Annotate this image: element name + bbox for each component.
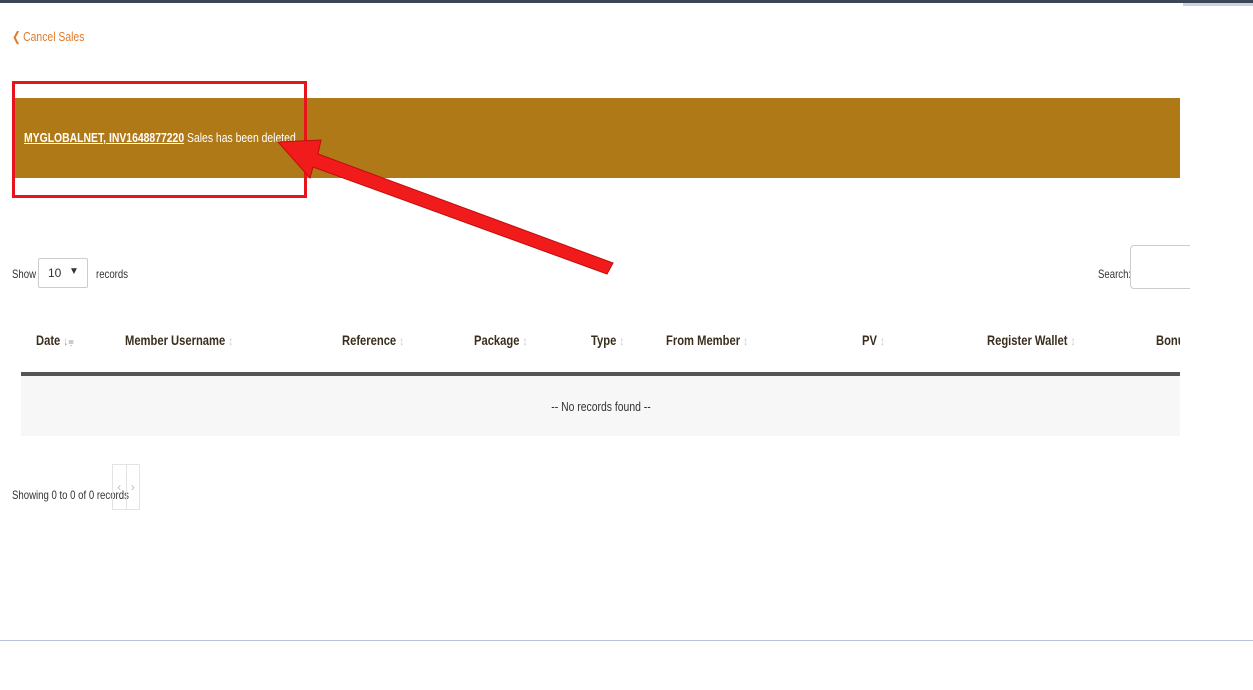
col-header-date[interactable]: Date ↓⩦ bbox=[36, 332, 74, 349]
footer-divider bbox=[0, 640, 1253, 641]
table-header: Date ↓⩦ Member Username ↕ Reference ↕ Packa… bbox=[21, 310, 1180, 376]
col-header-member-username[interactable]: Member Username ↕ bbox=[125, 332, 233, 348]
col-header-register-wallet[interactable]: Register Wallet ↕ bbox=[987, 332, 1076, 348]
col-header-pv[interactable]: PV ↕ bbox=[862, 332, 885, 348]
alert-member-link[interactable]: MYGLOBALNET bbox=[24, 130, 103, 145]
col-header-from-member[interactable]: From Member ↕ bbox=[666, 332, 748, 348]
col-header-reference[interactable]: Reference ↕ bbox=[342, 332, 404, 348]
prev-page-button[interactable]: ‹ bbox=[113, 465, 127, 509]
sales-table: Date ↓⩦ Member Username ↕ Reference ↕ Packa… bbox=[21, 310, 1180, 436]
empty-message: -- No records found -- bbox=[550, 399, 651, 414]
chevron-down-icon: ▼ bbox=[69, 266, 79, 277]
sort-icon: ↕ bbox=[880, 334, 885, 348]
success-alert: MYGLOBALNET, INV1648877220 Sales has bee… bbox=[15, 98, 1180, 178]
next-page-button[interactable]: › bbox=[127, 465, 140, 509]
page-length-select[interactable]: 10 ▼ bbox=[38, 258, 88, 288]
sort-icon: ↕ bbox=[399, 334, 405, 348]
sort-icon: ↕ bbox=[619, 334, 625, 348]
search-input[interactable] bbox=[1130, 245, 1190, 289]
page-length-value: 10 bbox=[48, 266, 62, 280]
sort-desc-icon: ↓⩦ bbox=[63, 334, 74, 348]
sort-icon: ↕ bbox=[1070, 334, 1076, 348]
col-header-bonus[interactable]: Bonus bbox=[1156, 332, 1180, 348]
chevron-left-icon: ❮ bbox=[12, 29, 21, 44]
table-empty-row: -- No records found -- bbox=[21, 376, 1180, 436]
show-label: Show bbox=[12, 267, 37, 281]
sort-icon: ↕ bbox=[228, 334, 234, 348]
pagination: ‹ › bbox=[112, 464, 140, 510]
top-bar bbox=[0, 0, 1253, 3]
records-label: records bbox=[96, 267, 129, 281]
alert-text: MYGLOBALNET, INV1648877220 Sales has bee… bbox=[24, 130, 302, 145]
alert-message: Sales has been deleted.. bbox=[184, 130, 302, 145]
sort-icon: ↕ bbox=[743, 334, 749, 348]
col-header-type[interactable]: Type ↕ bbox=[591, 332, 624, 348]
search-label: Search: bbox=[1098, 267, 1132, 281]
back-link-cancel-sales[interactable]: ❮ Cancel Sales bbox=[12, 29, 84, 45]
sort-icon: ↕ bbox=[522, 334, 528, 348]
top-bar-accent bbox=[1183, 3, 1253, 6]
alert-invoice-link[interactable]: INV1648877220 bbox=[109, 130, 184, 145]
col-header-package[interactable]: Package ↕ bbox=[474, 332, 527, 348]
back-link-label: Cancel Sales bbox=[23, 29, 85, 44]
